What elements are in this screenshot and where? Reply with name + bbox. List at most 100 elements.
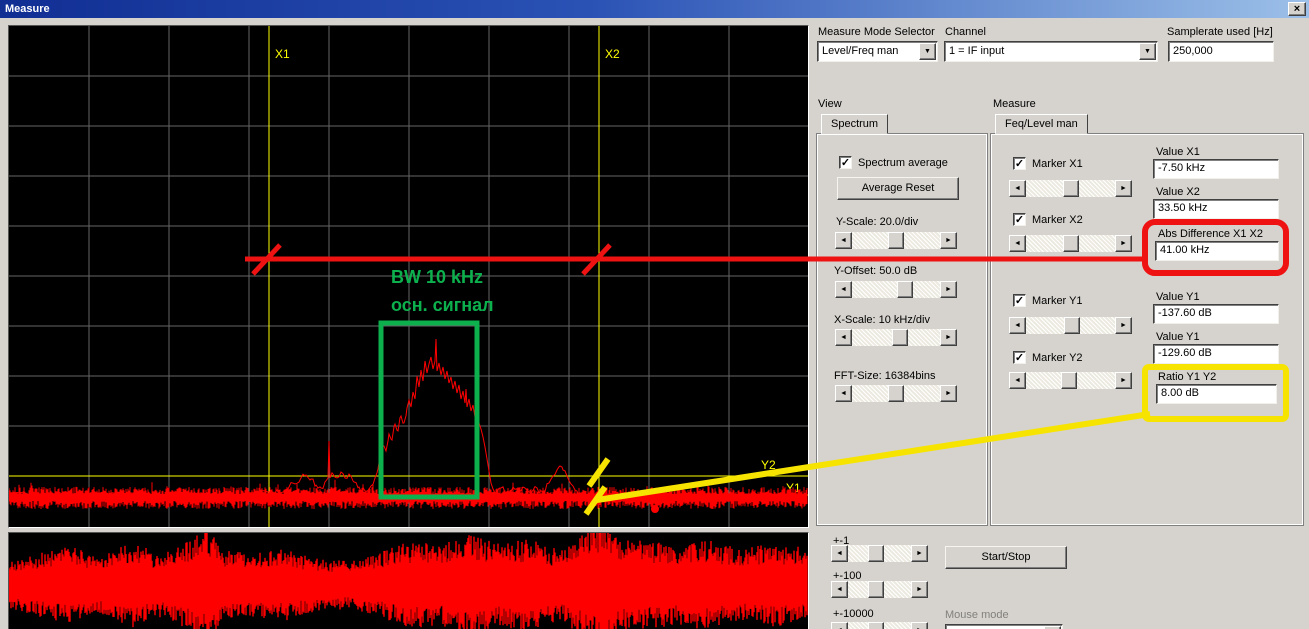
y2-marker-label: Y2 [761,458,776,472]
scroll-left-arrow[interactable]: ◄ [831,581,848,598]
scroll-track[interactable] [848,581,911,598]
abs-difference-field[interactable]: 41.00 kHz [1155,241,1279,261]
spectrum-display[interactable]: X1 X2 Y2 Y1 BW 10 kHz осн. сигнал [8,25,809,528]
scroll-left-arrow[interactable]: ◄ [835,232,852,249]
scroll-right-arrow[interactable]: ► [940,385,957,402]
scroll-left-arrow[interactable]: ◄ [835,281,852,298]
x-scale-slider[interactable]: ◄ ► [835,329,957,346]
step-1-slider[interactable]: ◄ ► [831,545,928,562]
scroll-track[interactable] [852,329,940,346]
marker-x1-checkbox[interactable]: ✓ [1013,157,1026,170]
scroll-track[interactable] [1026,235,1115,252]
marker-y2-checkbox[interactable]: ✓ [1013,351,1026,364]
value-x1-field[interactable]: -7.50 kHz [1153,159,1279,179]
marker-y2-label: Marker Y2 [1032,352,1083,364]
scroll-left-arrow[interactable]: ◄ [835,329,852,346]
scroll-right-arrow[interactable]: ► [940,232,957,249]
scroll-thumb[interactable] [1062,180,1079,197]
scroll-right-arrow[interactable]: ► [911,581,928,598]
scroll-thumb[interactable] [867,581,884,598]
marker-x2-slider[interactable]: ◄ ► [1009,235,1132,252]
scroll-thumb[interactable] [891,329,908,346]
step-100-slider[interactable]: ◄ ► [831,581,928,598]
fft-size-label: FFT-Size: 16384bins [834,370,936,382]
marker-x1-label: Marker X1 [1032,158,1083,170]
scroll-track[interactable] [1026,317,1115,334]
view-panel-label: View [818,98,842,110]
marker-y1-slider[interactable]: ◄ ► [1009,317,1132,334]
scroll-left-arrow[interactable]: ◄ [1009,317,1026,334]
average-reset-button[interactable]: Average Reset [837,177,959,200]
value-x1-label: Value X1 [1156,146,1200,158]
measure-mode-label: Measure Mode Selector [818,26,935,38]
spectrum-average-checkbox[interactable]: ✓ [839,156,852,169]
marker-y1-label: Marker Y1 [1032,295,1083,307]
scroll-thumb[interactable] [888,385,904,402]
scroll-left-arrow[interactable]: ◄ [1009,372,1026,389]
samplerate-field[interactable]: 250,000 [1168,41,1274,62]
y-scale-slider[interactable]: ◄ ► [835,232,957,249]
value-y2-label: Value Y1 [1156,331,1200,343]
scroll-right-arrow[interactable]: ► [1115,180,1132,197]
scroll-left-arrow[interactable]: ◄ [1009,180,1026,197]
spectrum-trace [9,338,807,500]
y-scale-label: Y-Scale: 20.0/div [836,216,919,228]
marker-x2-checkbox[interactable]: ✓ [1013,213,1026,226]
marker-y2-slider[interactable]: ◄ ► [1009,372,1132,389]
scroll-track[interactable] [852,281,940,298]
measure-mode-value: Level/Freq man [822,45,899,57]
scroll-thumb[interactable] [1063,317,1080,334]
channel-select[interactable]: 1 = IF input ▼ [944,41,1158,62]
scroll-left-arrow[interactable]: ◄ [1009,235,1026,252]
tab-spectrum[interactable]: Spectrum [821,114,889,134]
scroll-right-arrow[interactable]: ► [1115,372,1132,389]
tab-freq-level-man[interactable]: Feq/Level man [995,114,1088,134]
scroll-track[interactable] [848,622,911,629]
scroll-right-arrow[interactable]: ► [940,329,957,346]
value-y2-field[interactable]: -129.60 dB [1153,344,1279,364]
scroll-right-arrow[interactable]: ► [911,545,928,562]
fft-size-slider[interactable]: ◄ ► [835,385,957,402]
waveform-trace [9,533,808,629]
measure-mode-select[interactable]: Level/Freq man ▼ [817,41,938,62]
scroll-right-arrow[interactable]: ► [1115,317,1132,334]
measure-panel-label: Measure [993,98,1036,110]
spectrum-average-label: Spectrum average [858,157,948,169]
step-10000-slider[interactable]: ◄► [831,622,928,629]
y-offset-slider[interactable]: ◄ ► [835,281,957,298]
x1-marker-label: X1 [275,47,290,61]
scroll-right-arrow[interactable]: ► [940,281,957,298]
ratio-y1-y2-field[interactable]: 8.00 dB [1156,384,1277,404]
dropdown-arrow-icon[interactable]: ▼ [1139,43,1156,60]
scroll-thumb[interactable] [888,232,904,249]
scroll-left-arrow[interactable]: ◄ [835,385,852,402]
scroll-track[interactable] [1026,180,1115,197]
start-stop-button[interactable]: Start/Stop [945,546,1067,569]
scroll-left-arrow[interactable]: ◄ [831,622,848,629]
value-x2-label: Value X2 [1156,186,1200,198]
waveform-display[interactable] [8,532,809,629]
scroll-thumb[interactable] [867,622,884,629]
value-y1-field[interactable]: -137.60 dB [1153,304,1279,324]
marker-y1-checkbox[interactable]: ✓ [1013,294,1026,307]
scroll-left-arrow[interactable]: ◄ [831,545,848,562]
scroll-track[interactable] [1026,372,1115,389]
ratio-y1-y2-label: Ratio Y1 Y2 [1158,371,1217,383]
scroll-right-arrow[interactable]: ► [1115,235,1132,252]
scroll-thumb[interactable] [867,545,884,562]
title-bar[interactable]: Measure × [0,0,1309,18]
mouse-mode-select[interactable]: ▼ [945,624,1063,629]
x-scale-label: X-Scale: 10 kHz/div [834,314,930,326]
step-10000-label: +-10000 [833,608,874,620]
scroll-track[interactable] [852,385,940,402]
scroll-thumb[interactable] [1062,235,1079,252]
marker-x1-slider[interactable]: ◄ ► [1009,180,1132,197]
scroll-thumb[interactable] [1061,372,1078,389]
close-button[interactable]: × [1288,2,1306,16]
value-x2-field[interactable]: 33.50 kHz [1153,199,1279,219]
scroll-track[interactable] [852,232,940,249]
scroll-thumb[interactable] [896,281,913,298]
dropdown-arrow-icon[interactable]: ▼ [919,43,936,60]
scroll-track[interactable] [848,545,911,562]
scroll-right-arrow[interactable]: ► [911,622,928,629]
